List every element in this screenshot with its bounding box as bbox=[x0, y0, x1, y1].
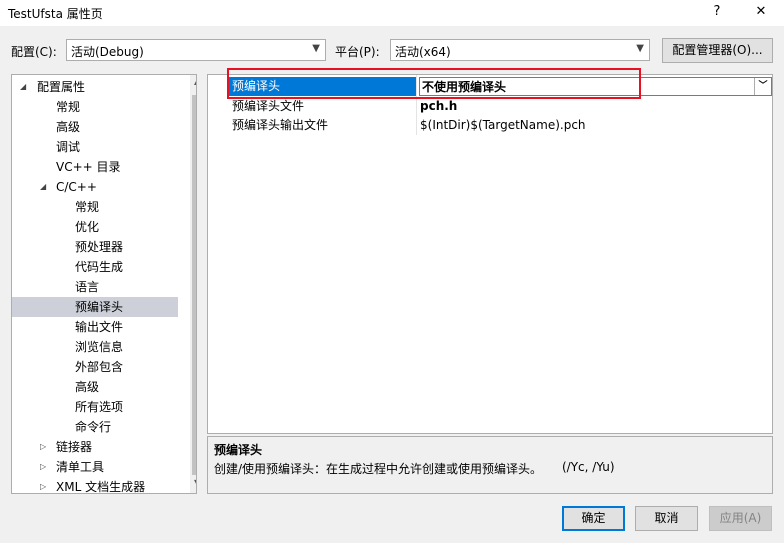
window-title: TestUfsta 属性页 bbox=[8, 7, 103, 21]
cancel-button[interactable]: 取消 bbox=[635, 506, 698, 531]
title-bar bbox=[0, 0, 784, 26]
property-tree[interactable]: ◢ 配置属性 常规 高级 调试 VC++ 目录 ◢ C/C++ 常规 优化 预处… bbox=[11, 74, 197, 494]
expanded-triangle-icon[interactable]: ◢ bbox=[40, 177, 46, 197]
scroll-up-icon[interactable]: ▲ bbox=[194, 77, 196, 86]
tree-item-browse-info[interactable]: 浏览信息 bbox=[12, 337, 178, 357]
property-grid[interactable]: 预编译头 不使用预编译头 ﹀ 预编译头文件 pch.h 预编译头输出文件 $(I… bbox=[207, 74, 773, 434]
chevron-down-icon: ▼ bbox=[312, 43, 320, 54]
platform-value: 活动(x64) bbox=[395, 45, 451, 59]
tree-item-manifest-tool[interactable]: ▷ 清单工具 bbox=[12, 457, 178, 477]
apply-button[interactable]: 应用(A) bbox=[709, 506, 772, 531]
tree-item-precompiled-headers[interactable]: 预编译头 bbox=[12, 297, 178, 317]
grid-row-name[interactable]: 预编译头文件 bbox=[232, 97, 416, 116]
close-button[interactable]: ✕ bbox=[746, 0, 776, 24]
help-button[interactable]: ? bbox=[702, 0, 732, 24]
description-title: 预编译头 bbox=[214, 443, 263, 457]
tree-item-advanced[interactable]: 高级 bbox=[12, 117, 178, 137]
platform-label: 平台(P): bbox=[335, 45, 380, 59]
tree-item-optimization[interactable]: 优化 bbox=[12, 217, 178, 237]
tree-item-command-line[interactable]: 命令行 bbox=[12, 417, 178, 437]
grid-row-name[interactable]: 预编译头输出文件 bbox=[232, 116, 416, 135]
tree-item-code-generation[interactable]: 代码生成 bbox=[12, 257, 178, 277]
grid-row-value[interactable]: $(IntDir)$(TargetName).pch bbox=[420, 116, 750, 135]
tree-item-c-cpp[interactable]: ◢ C/C++ bbox=[12, 177, 178, 197]
collapsed-triangle-icon[interactable]: ▷ bbox=[40, 437, 46, 457]
tree-item-config-properties[interactable]: ◢ 配置属性 bbox=[12, 77, 178, 97]
tree-item-linker[interactable]: ▷ 链接器 bbox=[12, 437, 178, 457]
tree-item-language[interactable]: 语言 bbox=[12, 277, 178, 297]
expanded-triangle-icon[interactable]: ◢ bbox=[20, 77, 26, 97]
tree-item-output-files[interactable]: 输出文件 bbox=[12, 317, 178, 337]
collapsed-triangle-icon[interactable]: ▷ bbox=[40, 457, 46, 477]
chevron-down-icon[interactable]: ﹀ bbox=[754, 78, 771, 95]
tree-item-general[interactable]: 常规 bbox=[12, 97, 178, 117]
description-panel: 预编译头 创建/使用预编译头：在生成过程中允许创建或使用预编译头。 (/Yc, … bbox=[207, 436, 773, 494]
tree-scroll-thumb[interactable] bbox=[192, 95, 196, 475]
tree-item-debugging[interactable]: 调试 bbox=[12, 137, 178, 157]
config-label: 配置(C): bbox=[11, 45, 57, 59]
highlight-box bbox=[227, 68, 641, 99]
config-select[interactable]: 活动(Debug) ▼ bbox=[66, 39, 326, 61]
tree-item-cpp-general[interactable]: 常规 bbox=[12, 197, 178, 217]
collapsed-triangle-icon[interactable]: ▷ bbox=[40, 477, 46, 493]
tree-item-vc-directories[interactable]: VC++ 目录 bbox=[12, 157, 178, 177]
platform-select[interactable]: 活动(x64) ▼ bbox=[390, 39, 650, 61]
tree-item-xml-doc-generator[interactable]: ▷ XML 文档生成器 bbox=[12, 477, 178, 493]
description-text: 创建/使用预编译头：在生成过程中允许创建或使用预编译头。 bbox=[214, 462, 543, 476]
ok-button[interactable]: 确定 bbox=[562, 506, 625, 531]
description-switches: (/Yc, /Yu) bbox=[562, 460, 615, 474]
tree-item-all-options[interactable]: 所有选项 bbox=[12, 397, 178, 417]
config-manager-button[interactable]: 配置管理器(O)... bbox=[662, 38, 773, 63]
tree-item-external-includes[interactable]: 外部包含 bbox=[12, 357, 178, 377]
config-value: 活动(Debug) bbox=[71, 45, 144, 59]
scroll-down-icon[interactable]: ▼ bbox=[194, 478, 196, 487]
grid-row-value[interactable]: pch.h bbox=[420, 97, 720, 116]
chevron-down-icon: ▼ bbox=[636, 43, 644, 54]
tree-item-preprocessor[interactable]: 预处理器 bbox=[12, 237, 178, 257]
tree-item-cpp-advanced[interactable]: 高级 bbox=[12, 377, 178, 397]
